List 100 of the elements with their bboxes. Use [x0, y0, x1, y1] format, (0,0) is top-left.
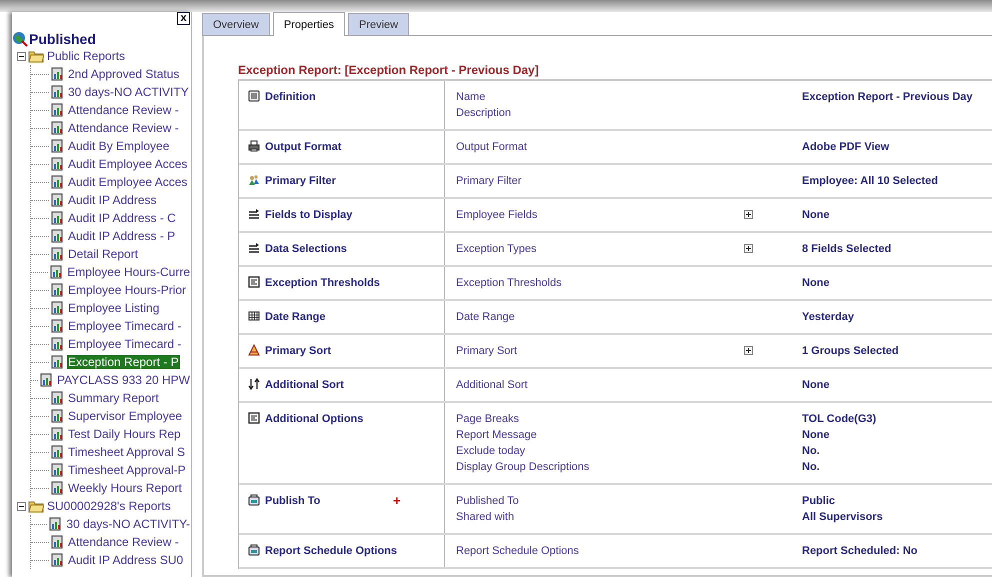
tray-icon: [248, 544, 260, 556]
field-value: 1 Groups Selected: [802, 344, 900, 359]
report-icon: [51, 211, 63, 225]
people-icon: [248, 174, 260, 186]
report-item[interactable]: Timesheet Approval S: [67, 445, 186, 459]
report-item[interactable]: Audit Employee Acces: [67, 157, 188, 171]
report-icon: [51, 175, 63, 189]
report-item[interactable]: Timesheet Approval-P: [67, 463, 187, 477]
folder-label[interactable]: SU00002928's Reports: [47, 499, 171, 513]
section-label[interactable]: Definition: [265, 89, 316, 105]
report-item[interactable]: Attendance Review -: [67, 535, 180, 549]
tray-icon: [248, 494, 260, 506]
report-item[interactable]: Audit IP Address SU0: [67, 553, 184, 567]
collapse-toggle[interactable]: [17, 52, 26, 60]
field-name: Employee Fields: [456, 208, 538, 223]
report-icon: [51, 337, 63, 351]
report-item[interactable]: Audit By Employee: [67, 139, 170, 153]
field-name: Primary Sort: [456, 344, 518, 359]
report-item[interactable]: Summary Report: [67, 391, 160, 405]
field-name: Name: [456, 90, 486, 105]
field-name: Description: [456, 106, 512, 121]
report-item[interactable]: Audit IP Address: [67, 193, 158, 207]
report-icon: [51, 535, 63, 549]
report-icon: [51, 553, 63, 567]
field-name: Display Group Descriptions: [456, 460, 590, 475]
section-label[interactable]: Publish To: [265, 493, 320, 509]
report-icon: [50, 265, 62, 279]
report-icon: [51, 157, 63, 171]
report-icon: [51, 409, 63, 423]
report-icon: [51, 67, 63, 81]
report-item[interactable]: Exception Report - P: [67, 355, 180, 369]
field-value: Yesterday: [802, 310, 855, 325]
report-item[interactable]: Employee Hours-Prior: [67, 283, 188, 297]
report-item[interactable]: Test Daily Hours Rep: [67, 427, 182, 441]
report-item[interactable]: 30 days-NO ACTIVITY: [67, 85, 190, 99]
tab[interactable]: Properties: [272, 12, 345, 36]
expand-icon[interactable]: [744, 244, 753, 253]
report-item[interactable]: Employee Hours-Curre: [66, 265, 191, 279]
report-item[interactable]: Attendance Review -: [67, 103, 180, 117]
field-name: Exclude today: [456, 444, 526, 459]
folder-label[interactable]: Public Reports: [47, 49, 126, 63]
field-name: Report Message: [456, 428, 538, 443]
close-button[interactable]: x: [177, 12, 190, 25]
report-item[interactable]: Audit IP Address - C: [67, 211, 177, 225]
report-icon: [51, 229, 63, 243]
required-marker: +: [393, 493, 401, 509]
report-item[interactable]: Audit Employee Acces: [67, 175, 188, 189]
field-value: No.: [802, 460, 821, 475]
report-icon: [51, 463, 63, 477]
report-icon: [51, 391, 63, 405]
section-label[interactable]: Date Range: [265, 309, 326, 325]
expand-icon[interactable]: [744, 210, 753, 219]
expand-icon[interactable]: [744, 346, 753, 355]
collapse-toggle[interactable]: [17, 502, 26, 510]
field-value: Exception Report - Previous Day: [802, 90, 974, 105]
field-value: Employee: All 10 Selected: [802, 174, 939, 189]
tab[interactable]: Preview: [348, 13, 410, 35]
section-label[interactable]: Output Format: [265, 139, 342, 155]
field-name: Report Schedule Options: [456, 544, 580, 559]
report-item[interactable]: Employee Timecard -: [67, 319, 182, 333]
report-heading: Exception Report: [Exception Report - Previous Day]: [238, 63, 540, 77]
field-name: Exception Thresholds: [456, 276, 563, 291]
report-item[interactable]: Employee Timecard -: [67, 337, 182, 351]
field-name: Output Format: [456, 140, 528, 155]
section-label[interactable]: Primary Filter: [265, 173, 336, 189]
section-label[interactable]: Fields to Display: [265, 207, 352, 223]
tab[interactable]: Overview: [202, 13, 270, 35]
report-item[interactable]: Employee Listing: [67, 301, 160, 315]
tree-root-label[interactable]: Published: [29, 31, 96, 47]
field-name: Published To: [456, 494, 520, 509]
report-item[interactable]: Supervisor Employee: [67, 409, 184, 423]
report-icon: [51, 445, 63, 459]
report-icon: [51, 121, 63, 135]
form-icon: [248, 276, 260, 288]
section-label[interactable]: Primary Sort: [265, 343, 332, 359]
report-item[interactable]: Detail Report: [67, 247, 140, 261]
section-label[interactable]: Exception Thresholds: [265, 275, 380, 291]
report-item[interactable]: Audit IP Address - P: [67, 229, 176, 243]
report-item[interactable]: PAYCLASS 933 20 HPW: [56, 373, 191, 387]
list-icon: [248, 242, 260, 254]
section-label[interactable]: Report Schedule Options: [265, 543, 398, 559]
section-label[interactable]: Additional Sort: [265, 377, 344, 393]
field-value: None: [802, 378, 830, 393]
pyramid-icon: [248, 344, 260, 356]
notepad-icon: [248, 90, 260, 102]
printer-icon: [248, 140, 260, 152]
field-value: TOL Code(G3): [802, 412, 878, 427]
folder-icon: [28, 49, 44, 63]
section-label[interactable]: Data Selections: [265, 241, 347, 257]
report-item[interactable]: 2nd Approved Status: [67, 67, 180, 81]
report-item[interactable]: Attendance Review -: [67, 121, 180, 135]
report-icon: [51, 193, 63, 207]
report-icon: [51, 103, 63, 117]
calendar-icon: [248, 310, 260, 322]
field-value: 8 Fields Selected: [802, 242, 892, 257]
field-name: Exception Types: [456, 242, 538, 257]
report-icon: [40, 373, 52, 387]
section-label[interactable]: Additional Options: [265, 411, 364, 427]
report-item[interactable]: Weekly Hours Report: [67, 481, 183, 495]
report-item[interactable]: 30 days-NO ACTIVITY-: [65, 517, 191, 531]
